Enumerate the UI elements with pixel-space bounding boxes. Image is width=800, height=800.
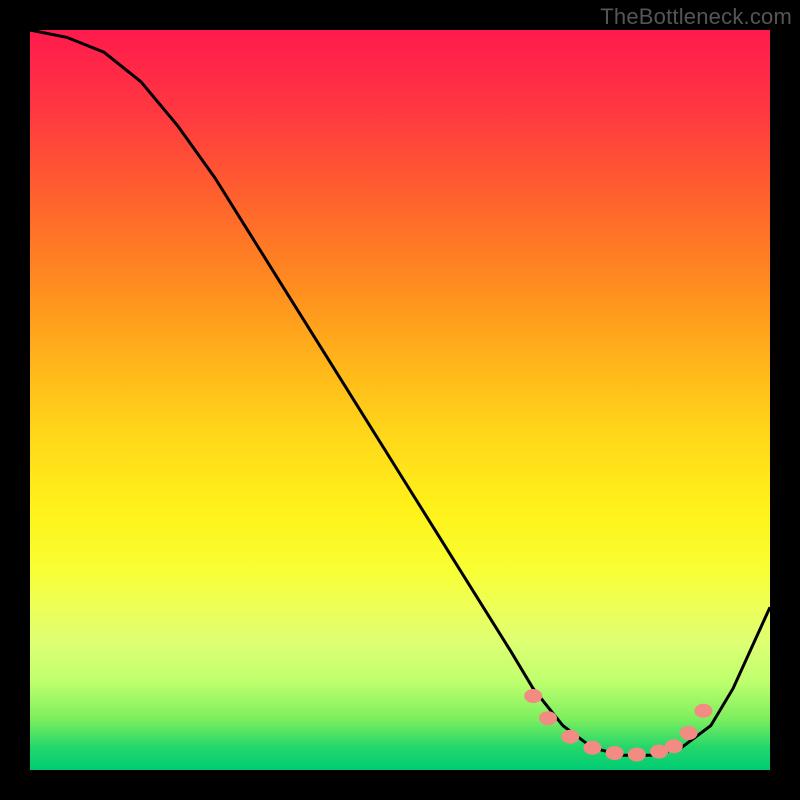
marker-dot <box>680 726 698 740</box>
marker-dot <box>665 739 683 753</box>
marker-dot <box>606 746 624 760</box>
marker-dot <box>628 748 646 762</box>
bottleneck-curve <box>30 30 770 755</box>
marker-dot <box>583 741 601 755</box>
marker-dot <box>524 689 542 703</box>
plot-area <box>30 30 770 770</box>
marker-dot <box>539 711 557 725</box>
marker-dot <box>694 704 712 718</box>
curve-svg <box>30 30 770 770</box>
marker-dots <box>524 689 712 762</box>
chart-frame: TheBottleneck.com <box>0 0 800 800</box>
marker-dot <box>561 730 579 744</box>
watermark-text: TheBottleneck.com <box>600 4 792 30</box>
